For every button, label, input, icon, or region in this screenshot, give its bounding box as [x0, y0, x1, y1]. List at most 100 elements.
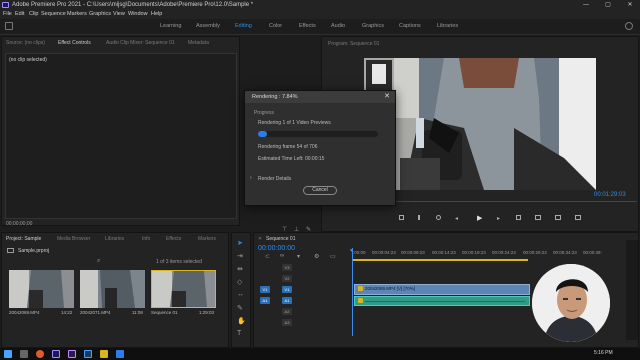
project-item-duration: 11:08 — [132, 310, 143, 315]
captions-icon[interactable]: ▭ — [330, 253, 336, 260]
webcam-overlay — [532, 264, 610, 342]
track-label[interactable]: V2 — [282, 275, 292, 282]
mark-out-icon[interactable] — [418, 215, 420, 220]
play-icon[interactable]: ▶ — [477, 214, 482, 222]
menu-file[interactable]: File — [3, 10, 12, 19]
menu-view[interactable]: View — [113, 10, 125, 19]
ruler-label: :00:00 — [353, 250, 366, 255]
settings-icon[interactable]: ⚙ — [314, 253, 319, 260]
render-details-chevron-icon[interactable]: › — [250, 175, 252, 181]
tab-sequence-01[interactable]: Sequence 01 — [266, 236, 295, 242]
tab-markers[interactable]: Markers — [198, 236, 216, 242]
render-dialog: Rendering : 7.84% ✕ Progress Rendering 1… — [244, 90, 396, 206]
app-icon[interactable] — [116, 350, 124, 358]
slip-tool-icon[interactable]: ↔ — [237, 291, 244, 298]
goto-in-icon[interactable] — [436, 215, 441, 220]
audio-clip[interactable] — [354, 296, 530, 306]
source-panel: Source: (no clips) Effect Controls Audio… — [1, 36, 240, 227]
playhead-handle-icon[interactable]: ▼ — [349, 248, 354, 254]
menu-edit[interactable]: Edit — [15, 10, 24, 19]
menu-sequence[interactable]: Sequence — [41, 10, 66, 19]
tab-libraries[interactable]: Libraries — [105, 236, 124, 242]
export-frame-icon[interactable] — [575, 215, 581, 220]
menu-help[interactable]: Help — [151, 10, 162, 19]
linked-selection-icon[interactable]: ∞ — [280, 253, 284, 259]
track-select-tool-icon[interactable]: ⇥ — [237, 252, 243, 260]
search-icon[interactable]: ⌕ — [97, 258, 100, 265]
ruler-label: 00:00:19:23 — [462, 250, 486, 255]
source-patch[interactable]: A1 — [260, 297, 270, 304]
workspace-editing[interactable]: Editing — [235, 23, 252, 29]
ripple-edit-tool-icon[interactable]: ⇹ — [237, 265, 243, 273]
track-label[interactable]: A3 — [282, 319, 292, 326]
tab-metadata[interactable]: Metadata — [188, 40, 209, 46]
chrome-icon[interactable] — [36, 350, 44, 358]
add-marker-icon[interactable]: ▾ — [297, 253, 300, 260]
workspace-libraries[interactable]: Libraries — [437, 23, 458, 29]
render-details-toggle[interactable]: Render Details — [258, 176, 291, 182]
minimize-button[interactable]: — — [576, 0, 596, 10]
menu-markers[interactable]: Markers — [67, 10, 87, 19]
close-button[interactable]: ✕ — [620, 0, 640, 10]
file-explorer-icon[interactable] — [100, 350, 108, 358]
workspace-effects[interactable]: Effects — [299, 23, 316, 29]
close-icon[interactable]: ✕ — [258, 236, 262, 242]
maximize-button[interactable]: ▢ — [598, 0, 618, 10]
source-patch[interactable]: V1 — [260, 286, 270, 293]
goto-out-icon[interactable] — [516, 215, 521, 220]
search-icon[interactable] — [20, 350, 28, 358]
tab-info[interactable]: Info — [142, 236, 150, 242]
workspace-graphics[interactable]: Graphics — [362, 23, 384, 29]
home-icon[interactable] — [5, 22, 13, 30]
tab-audio-clip-mixer[interactable]: Audio Clip Mixer: Sequence 01 — [106, 40, 175, 46]
menu-window[interactable]: Window — [128, 10, 148, 19]
workspace-audio[interactable]: Audio — [331, 23, 345, 29]
selection-tool-icon[interactable]: ➤ — [237, 239, 243, 247]
search-icon[interactable] — [625, 22, 633, 30]
mark-in-icon[interactable] — [399, 215, 404, 220]
timeline-ruler[interactable]: :00:00 00:00:04:23 00:00:09:23 00:00:14:… — [352, 248, 638, 262]
premiere-icon[interactable] — [52, 350, 60, 358]
workspace-color[interactable]: Color — [269, 23, 282, 29]
after-effects-icon[interactable] — [68, 350, 76, 358]
track-label[interactable]: A2 — [282, 308, 292, 315]
workspace-learning[interactable]: Learning — [160, 23, 181, 29]
project-item-duration: 14:22 — [61, 310, 73, 315]
render-dialog-close-button[interactable]: ✕ — [384, 91, 390, 103]
hand-tool-icon[interactable]: ✋ — [237, 317, 246, 325]
menu-graphics[interactable]: Graphics — [89, 10, 111, 19]
menu-clip[interactable]: Clip — [29, 10, 38, 19]
tab-source[interactable]: Source: (no clips) — [6, 40, 45, 46]
type-tool-icon[interactable]: T — [237, 330, 241, 337]
track-label[interactable]: V1 — [282, 286, 292, 293]
track-label[interactable]: A1 — [282, 297, 292, 304]
start-icon[interactable] — [4, 350, 12, 358]
fx-badge-icon — [358, 298, 363, 303]
lift-icon[interactable] — [535, 215, 541, 220]
track-label[interactable]: V3 — [282, 264, 292, 271]
cancel-button[interactable]: Cancel — [303, 186, 337, 195]
source-timecode: 00;00;00;00 — [6, 221, 33, 227]
tools-panel: ➤ ⇥ ⇹ ◇ ↔ ✎ ✋ T — [231, 232, 251, 348]
snap-icon[interactable]: ⊂ — [265, 253, 270, 260]
razor-tool-icon[interactable]: ◇ — [237, 278, 242, 286]
step-back-icon[interactable]: ◂ — [455, 215, 458, 222]
tab-media-browser[interactable]: Media Browser — [57, 236, 90, 242]
tab-effects[interactable]: Effects — [166, 236, 181, 242]
playhead[interactable] — [352, 248, 353, 336]
tab-effect-controls[interactable]: Effect Controls — [58, 40, 91, 46]
project-item-thumbnail[interactable] — [151, 270, 216, 308]
workspace-captions[interactable]: Captions — [399, 23, 421, 29]
step-forward-icon[interactable]: ▸ — [497, 215, 500, 222]
project-item-name: 20042069.MP4 — [9, 310, 40, 315]
workspace-assembly[interactable]: Assembly — [196, 23, 220, 29]
video-clip[interactable]: 20042069.MP4 [V] [70%] — [354, 284, 530, 295]
photoshop-icon[interactable] — [84, 350, 92, 358]
tab-program[interactable]: Program: Sequence 01 — [328, 41, 379, 47]
tab-project[interactable]: Project: Sample — [6, 236, 41, 242]
project-item-thumbnail[interactable] — [9, 270, 74, 308]
pen-tool-icon[interactable]: ✎ — [237, 304, 243, 312]
project-item-thumbnail[interactable] — [80, 270, 145, 308]
extract-icon[interactable] — [555, 215, 561, 220]
timeline-timecode[interactable]: 00:00:00:00 — [258, 245, 295, 252]
